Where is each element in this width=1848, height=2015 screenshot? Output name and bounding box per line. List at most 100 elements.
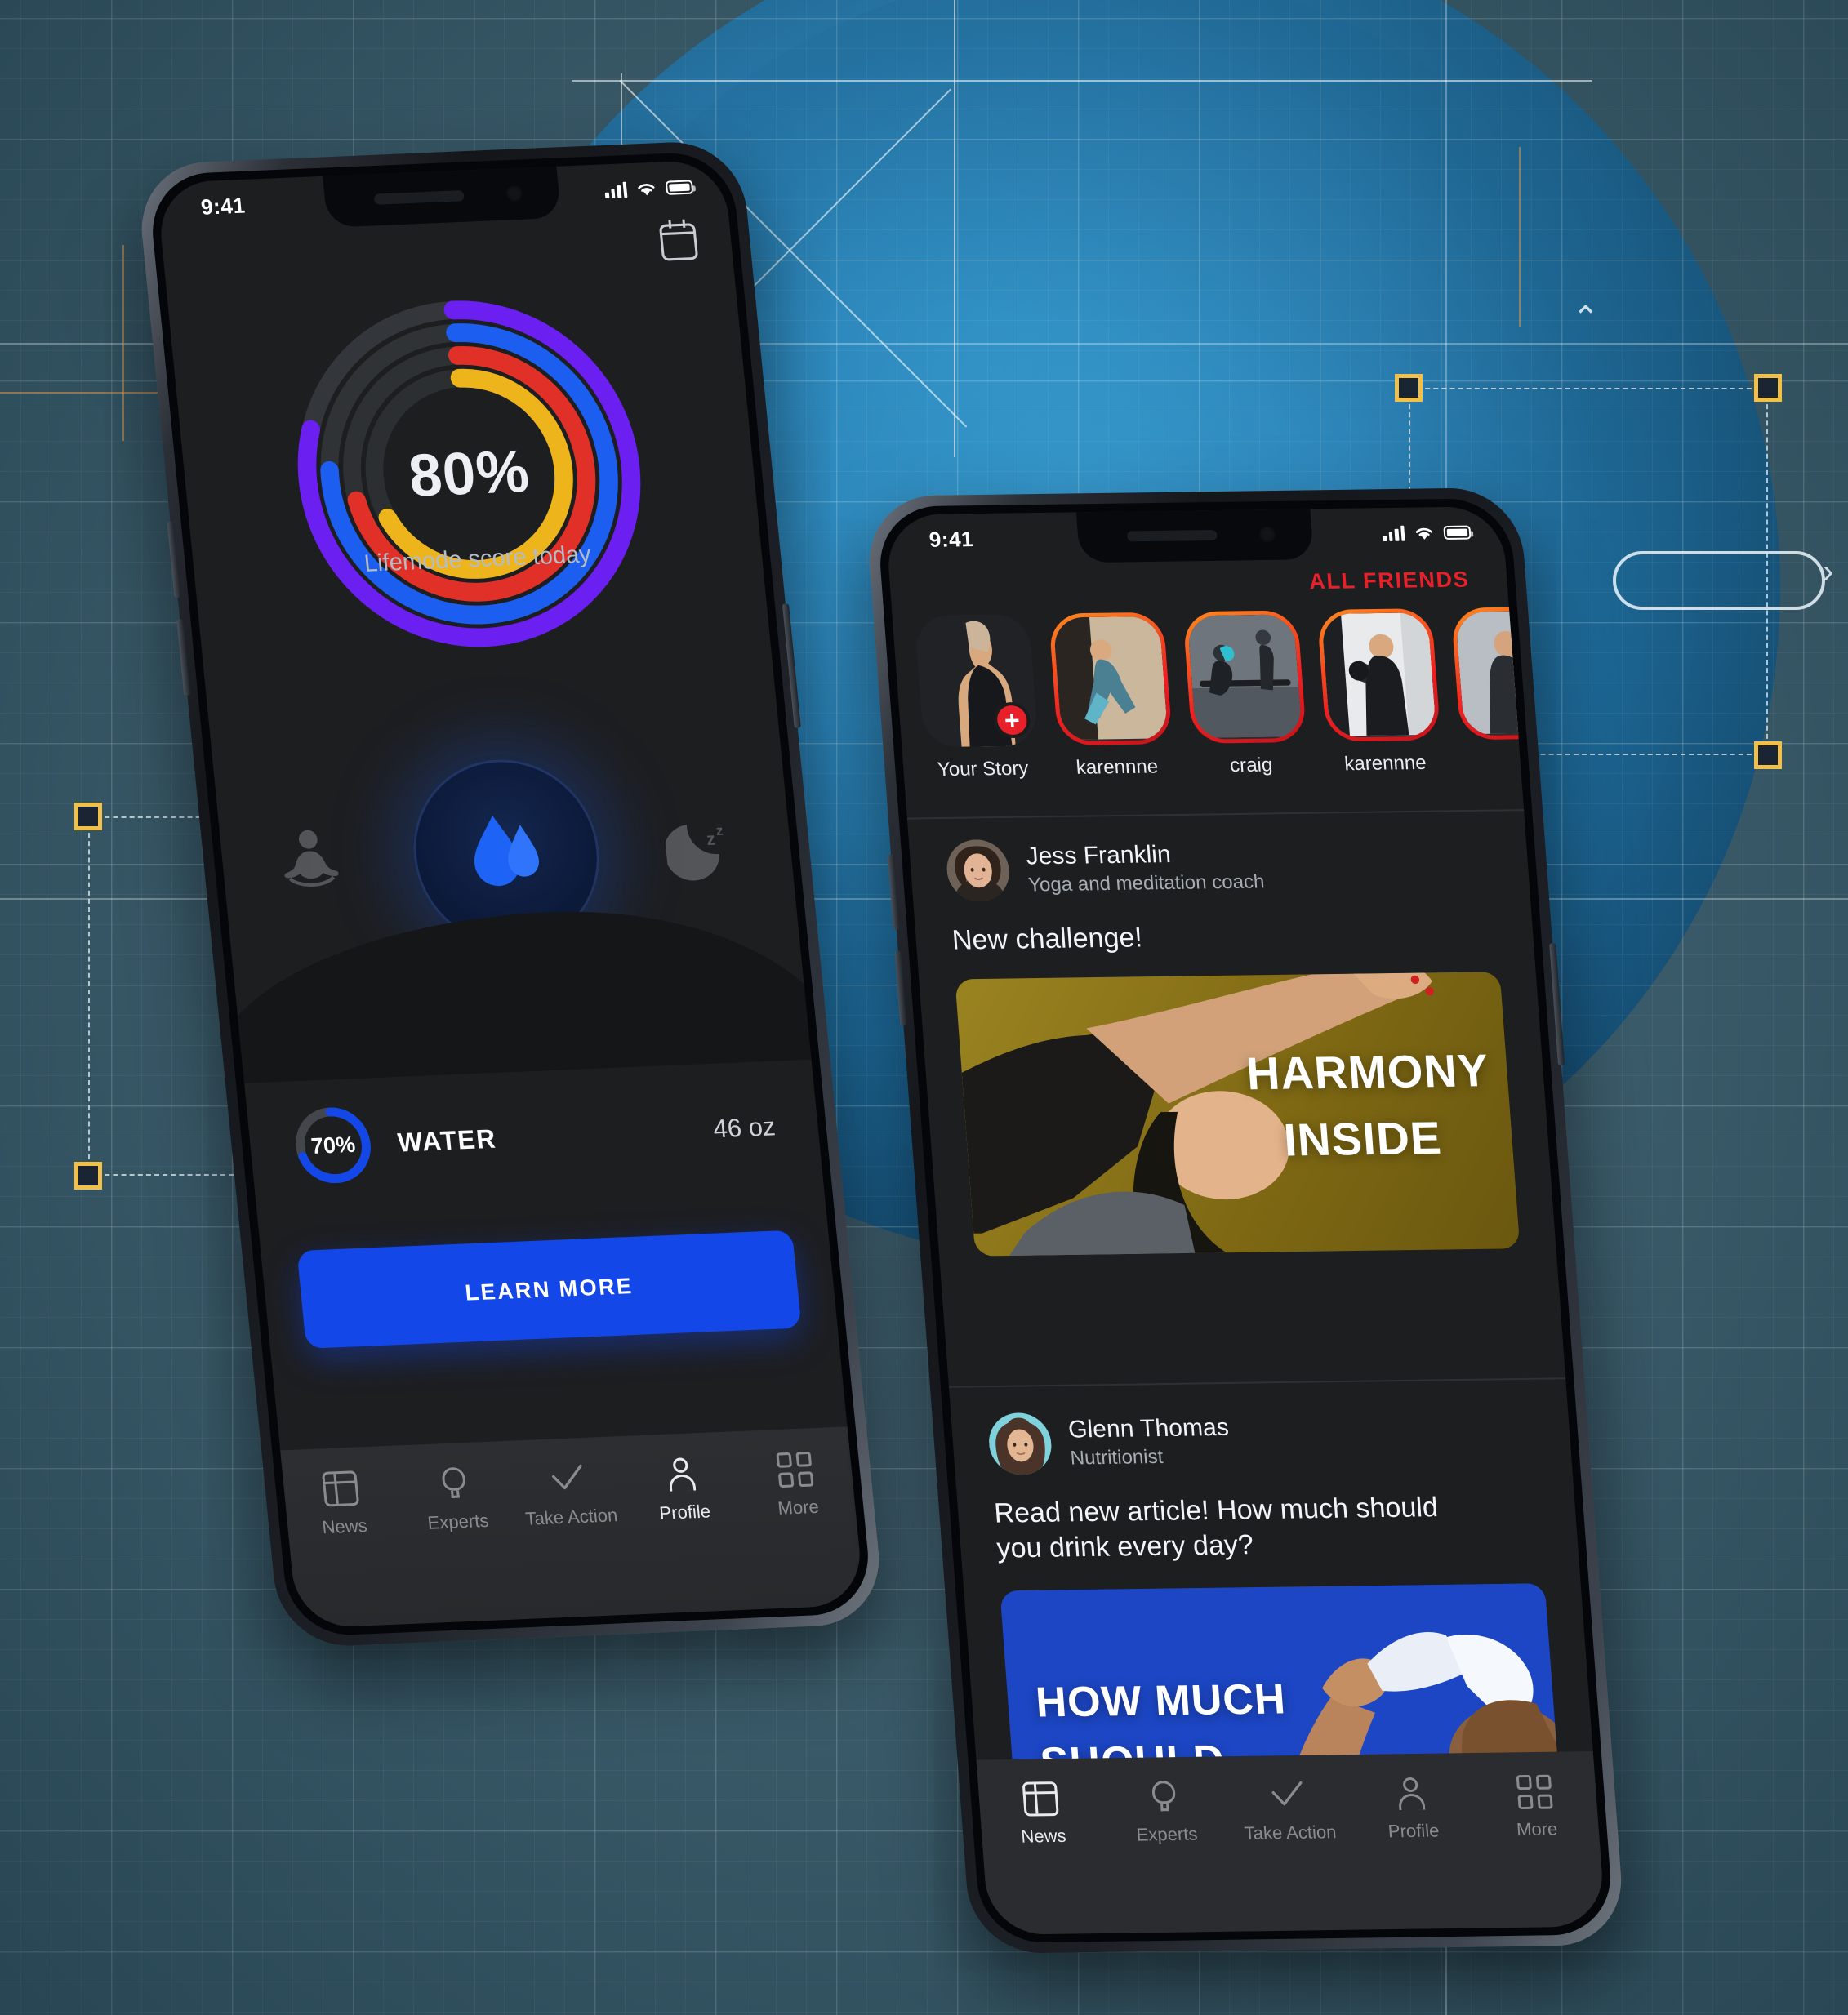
tab-label: Take Action xyxy=(524,1504,619,1529)
tab-more[interactable]: More xyxy=(737,1450,857,1521)
tab-take-action[interactable]: Take Action xyxy=(510,1459,630,1530)
tab-profile[interactable]: Profile xyxy=(623,1455,743,1526)
story-name: Your Story xyxy=(936,757,1030,781)
status-clock: 9:41 xyxy=(928,526,975,552)
grid-icon xyxy=(1516,1774,1553,1810)
tab-take-action[interactable]: Take Action xyxy=(1225,1777,1353,1844)
signal-bars-icon xyxy=(603,181,628,198)
feed-scroll[interactable]: ALL FRIENDS + Your Story karennne craig kare… xyxy=(885,506,1606,1935)
story-thumbnail[interactable] xyxy=(1316,608,1441,742)
guide-line-orange xyxy=(122,245,124,441)
tab-profile[interactable]: Profile xyxy=(1348,1776,1476,1843)
calendar-icon[interactable] xyxy=(658,223,699,261)
banner-line-2: INSIDE xyxy=(1281,1111,1444,1166)
score-value: 80% xyxy=(405,438,533,510)
bottom-nav-right: News Experts Take Action Profile More xyxy=(976,1750,1606,1935)
story-thumbnail[interactable] xyxy=(1048,612,1173,746)
stories-row[interactable]: + Your Story karennne craig karennne xyxy=(914,606,1575,803)
learn-more-button[interactable]: LEARN MORE xyxy=(296,1230,802,1349)
water-amount: 46 oz xyxy=(711,1111,777,1144)
tab-label: Take Action xyxy=(1243,1822,1338,1844)
water-label: WATER xyxy=(396,1123,498,1158)
water-percent: 70% xyxy=(309,1131,357,1159)
moon-sleep-icon[interactable]: z z xyxy=(662,807,743,884)
tab-label: Profile xyxy=(1387,1820,1441,1842)
tab-label: News xyxy=(321,1515,368,1538)
resize-handle[interactable] xyxy=(74,803,102,830)
svg-text:z: z xyxy=(715,823,724,838)
post-author: Glenn Thomas xyxy=(1066,1413,1230,1443)
status-bar-right: 9:41 xyxy=(885,506,1506,565)
status-clock: 9:41 xyxy=(199,192,247,220)
bottom-nav-left: News Experts Take Action Profile More xyxy=(280,1426,866,1629)
resize-handle[interactable] xyxy=(1395,374,1423,402)
story-name: craig xyxy=(1229,754,1274,777)
tab-label: More xyxy=(777,1496,820,1519)
post-role: Nutritionist xyxy=(1069,1445,1164,1470)
story-thumbnail[interactable]: + xyxy=(914,613,1039,748)
story-name: karennne xyxy=(1075,755,1160,779)
chevron-right-icon: › xyxy=(1823,554,1834,589)
banner-line-1: HOW MUCH xyxy=(1034,1675,1288,1727)
news-icon xyxy=(322,1470,360,1507)
tab-label: News xyxy=(1020,1825,1067,1847)
story-item[interactable]: karennne xyxy=(1048,612,1178,801)
story-item[interactable]: karennne xyxy=(1316,608,1445,797)
chevron-up-icon: ⌃ xyxy=(1572,300,1600,336)
resize-handle[interactable] xyxy=(74,1162,102,1190)
story-item[interactable]: craig xyxy=(1182,610,1311,798)
person-icon xyxy=(1392,1777,1429,1811)
story-item[interactable]: + Your Story xyxy=(914,613,1044,803)
wifi-icon xyxy=(638,183,655,195)
resize-handle[interactable] xyxy=(1754,741,1782,769)
tab-news[interactable]: News xyxy=(978,1781,1107,1848)
phone-right: 9:41 ALL FRIENDS + Your Story karennne crai… xyxy=(864,487,1627,1955)
guide-line-orange xyxy=(1519,147,1521,327)
story-name: karennne xyxy=(1343,751,1427,776)
tab-more[interactable]: More xyxy=(1472,1774,1600,1841)
mode-selector: z z xyxy=(194,740,846,1085)
wave-divider xyxy=(194,901,846,1085)
person-icon xyxy=(662,1457,700,1492)
resize-handle[interactable] xyxy=(1754,374,1782,402)
svg-text:z: z xyxy=(706,829,716,849)
avatar[interactable] xyxy=(986,1412,1054,1475)
tab-experts[interactable]: Experts xyxy=(396,1464,516,1535)
signal-bars-icon xyxy=(1382,525,1405,541)
story-image xyxy=(1053,616,1169,742)
grid-icon xyxy=(775,1451,814,1488)
story-image xyxy=(1187,614,1303,740)
phone-right-screen: 9:41 ALL FRIENDS + Your Story karennne crai… xyxy=(884,506,1606,1935)
wifi-icon xyxy=(1415,527,1432,540)
guide-line xyxy=(572,80,1592,82)
check-icon xyxy=(1269,1778,1306,1813)
tab-label: Experts xyxy=(1135,1823,1199,1845)
all-friends-label[interactable]: ALL FRIENDS xyxy=(1308,567,1470,595)
tab-experts[interactable]: Experts xyxy=(1102,1779,1230,1846)
water-summary-row[interactable]: 70% WATER 46 oz xyxy=(288,1081,779,1192)
post-text: New challenge! xyxy=(951,922,1144,956)
post-role: Yoga and meditation coach xyxy=(1027,870,1266,896)
divider xyxy=(948,1377,1566,1388)
story-image xyxy=(1320,612,1437,738)
banner-line-1: HARMONY xyxy=(1245,1044,1491,1100)
tab-label: More xyxy=(1516,1818,1559,1840)
news-icon xyxy=(1022,1781,1060,1817)
post-banner-harmony[interactable]: HARMONY INSIDE xyxy=(955,971,1521,1257)
lifemode-score-ring: 80% xyxy=(276,288,662,660)
bulb-icon xyxy=(435,1466,473,1501)
post-author: Jess Franklin xyxy=(1025,841,1172,870)
check-icon xyxy=(549,1461,586,1497)
guide-line xyxy=(954,0,955,457)
avatar[interactable] xyxy=(944,838,1012,902)
story-thumbnail[interactable] xyxy=(1182,610,1307,744)
tab-label: Experts xyxy=(426,1510,490,1533)
water-progress-ring: 70% xyxy=(289,1103,377,1188)
feed-post[interactable]: Jess Franklin Yoga and meditation coach … xyxy=(909,832,1556,1257)
battery-icon xyxy=(1443,525,1472,540)
bulb-icon xyxy=(1146,1780,1182,1814)
tab-news[interactable]: News xyxy=(283,1469,403,1540)
meditation-icon[interactable] xyxy=(269,823,350,901)
divider xyxy=(906,809,1525,820)
pill-outline-shape xyxy=(1613,551,1825,610)
